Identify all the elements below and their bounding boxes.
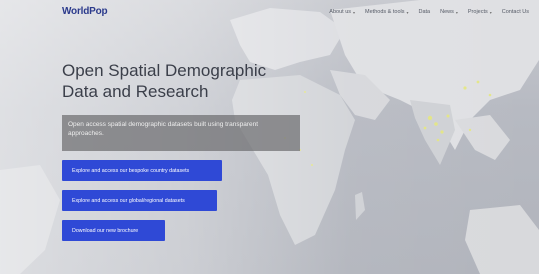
- chevron-down-icon: ▾: [406, 9, 409, 15]
- main-nav: About us ▾ Methods & tools ▾ Data News ▾…: [329, 9, 529, 15]
- nav-item-news[interactable]: News ▾: [440, 9, 458, 15]
- explore-global-datasets-button[interactable]: Explore and access our global/regional d…: [62, 190, 217, 211]
- download-brochure-button[interactable]: Download our new brochure: [62, 220, 165, 241]
- nav-item-about-us[interactable]: About us ▾: [329, 9, 355, 15]
- hero-subtitle: Open access spatial demographic datasets…: [62, 115, 300, 151]
- chevron-down-icon: ▾: [489, 9, 492, 15]
- nav-item-label: Projects: [467, 9, 488, 15]
- site-logo[interactable]: WorldPop: [62, 6, 108, 17]
- nav-item-label: About us: [329, 9, 352, 15]
- nav-item-methods-tools[interactable]: Methods & tools ▾: [365, 9, 408, 15]
- nav-item-label: News: [440, 9, 454, 15]
- nav-item-data[interactable]: Data: [418, 9, 430, 15]
- top-navigation: WorldPop About us ▾ Methods & tools ▾ Da…: [0, 0, 539, 26]
- hero-title-line-2: Data and Research: [62, 82, 209, 101]
- chevron-down-icon: ▾: [455, 9, 458, 15]
- nav-item-label: Data: [418, 9, 431, 15]
- nav-item-label: Methods & tools: [365, 9, 405, 15]
- hero-title-line-1: Open Spatial Demographic: [62, 61, 267, 80]
- hero-title: Open Spatial Demographic Data and Resear…: [62, 60, 322, 102]
- nav-item-projects[interactable]: Projects ▾: [468, 9, 492, 15]
- nav-item-contact-us[interactable]: Contact Us: [502, 9, 529, 15]
- explore-country-datasets-button[interactable]: Explore and access our bespoke country d…: [62, 160, 222, 181]
- nav-item-label: Contact Us: [501, 9, 529, 15]
- chevron-down-icon: ▾: [353, 9, 356, 15]
